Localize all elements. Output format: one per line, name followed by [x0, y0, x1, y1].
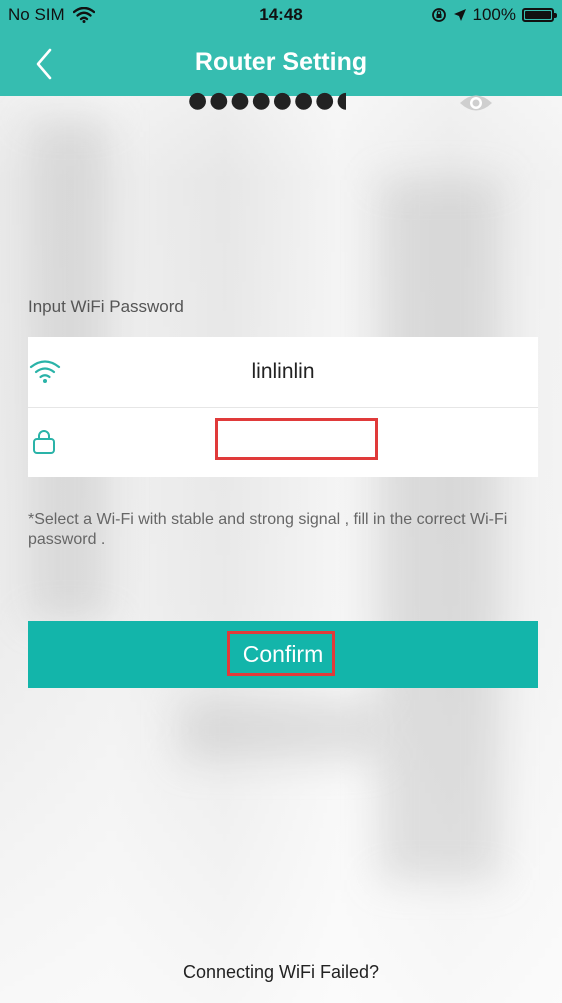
page-title: Router Setting [194, 48, 368, 76]
password-field[interactable] [188, 82, 346, 118]
status-right: 100% [431, 5, 557, 25]
eye-icon [460, 95, 492, 111]
section-label: Input WiFi Password [28, 297, 184, 316]
ssid-row[interactable]: linlinlin [28, 337, 538, 408]
lock-icon [33, 430, 55, 454]
location-arrow-icon [453, 9, 466, 21]
battery-percent: 100% [472, 5, 516, 24]
password-highlight-box [215, 418, 378, 460]
hint-text: *Select a Wi-Fi with stable and strong s… [28, 511, 508, 548]
rotation-lock-icon [431, 8, 446, 22]
connecting-failed-link[interactable]: Connecting WiFi Failed? [0, 962, 562, 983]
status-bar: No SIM 14:48 100% [0, 0, 562, 32]
show-password-toggle[interactable] [458, 90, 494, 116]
blurred-background [0, 0, 562, 1003]
ssid-value: linlinlin [251, 360, 315, 383]
battery-icon [522, 8, 557, 22]
confirm-highlight-box [227, 631, 335, 676]
background-blur-shape [180, 700, 380, 760]
